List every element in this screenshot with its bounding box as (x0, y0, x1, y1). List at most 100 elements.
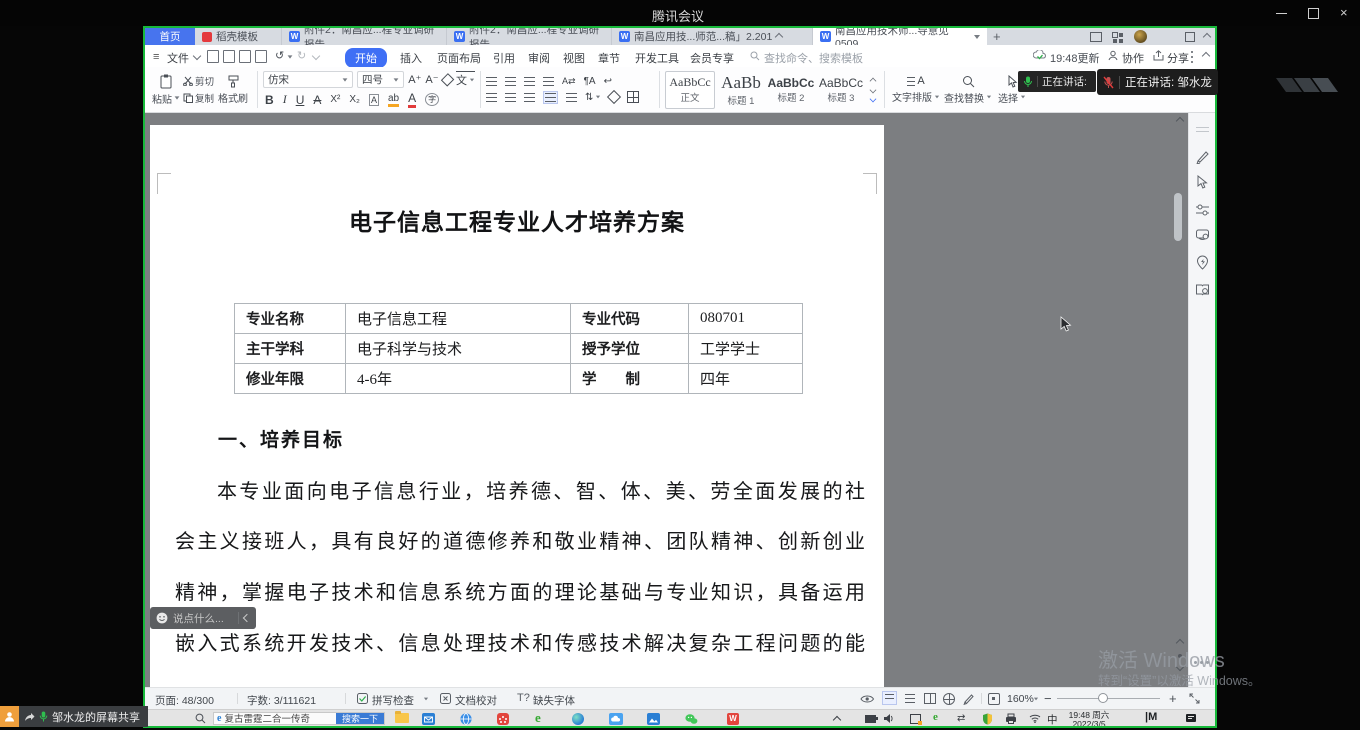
subscript-icon[interactable]: X₂ (349, 94, 360, 105)
more-menu-icon[interactable] (1191, 51, 1193, 53)
collab-icon[interactable] (1108, 50, 1119, 61)
select-tool-icon[interactable] (1196, 175, 1209, 190)
preview-icon[interactable] (255, 50, 267, 63)
restore-window-icon[interactable] (1185, 32, 1195, 42)
undo-arrow-icon[interactable] (288, 55, 293, 58)
line-spacing-icon[interactable]: ⇅ (585, 92, 601, 103)
sidebar-handle[interactable] (1196, 127, 1209, 128)
book-search-icon[interactable] (1195, 283, 1210, 296)
text-layout-button[interactable]: A 文字排版 (890, 75, 942, 104)
menu-review[interactable]: 审阅 (528, 50, 550, 66)
collapse-tabbar-icon[interactable] (1203, 33, 1211, 41)
pen-tool-icon[interactable] (1195, 149, 1210, 164)
clock[interactable]: 19:48 周六 2022/3/5 (1063, 711, 1115, 726)
borders-icon[interactable] (627, 91, 639, 103)
cloud-app-icon[interactable] (609, 713, 623, 725)
collab-button[interactable]: 协作 (1122, 50, 1144, 66)
photos-icon[interactable] (647, 713, 660, 725)
shading-icon[interactable] (607, 90, 621, 104)
zoom-out-button[interactable]: − (1044, 691, 1052, 706)
style-normal[interactable]: AaBbCc 正文 (665, 71, 715, 109)
styles-more-icon[interactable] (870, 95, 877, 102)
paragraph-mark-icon[interactable]: ¶A (584, 76, 596, 87)
align-center-icon[interactable] (505, 93, 516, 102)
web-view-icon[interactable] (943, 693, 955, 705)
menu-layout[interactable]: 页面布局 (437, 50, 481, 66)
save-icon[interactable] (207, 50, 219, 63)
globe-app-icon[interactable] (460, 713, 472, 725)
scroll-up-icon[interactable] (1176, 117, 1184, 125)
hamburger-icon[interactable]: ≡ (153, 51, 159, 63)
cloud-sync-icon[interactable] (1033, 50, 1047, 61)
sync-tray-icon[interactable]: ⇄ (957, 713, 965, 724)
clear-format-icon[interactable] (440, 73, 454, 87)
phonetic-guide-icon[interactable]: 文 (456, 71, 475, 88)
menu-section[interactable]: 章节 (598, 50, 620, 66)
mail-icon[interactable] (422, 713, 435, 725)
ie-tray-icon[interactable]: e (933, 711, 938, 723)
fit-page-icon[interactable] (988, 693, 1000, 705)
wps-taskbar-icon[interactable]: W (727, 713, 739, 725)
tab-menu-icon[interactable] (974, 35, 980, 39)
decrease-indent-icon[interactable] (524, 77, 535, 86)
style-heading1[interactable]: AaBb 标题 1 (717, 72, 765, 108)
more-commands-icon[interactable] (312, 52, 320, 60)
find-replace-button[interactable]: 查找替换 (942, 75, 994, 105)
tab-pin-icon[interactable] (775, 32, 783, 40)
menu-start[interactable]: 开始 (345, 48, 387, 68)
new-tab-button[interactable]: + (987, 28, 1007, 45)
stamp-tool-icon[interactable] (1195, 228, 1210, 242)
char-shading-icon[interactable]: A (369, 94, 379, 106)
command-search-input[interactable]: 查找命令、搜索模板 (764, 50, 863, 66)
sync-status[interactable]: 19:48更新 (1050, 50, 1100, 66)
edge-icon[interactable] (572, 713, 584, 725)
document-page[interactable]: 电子信息工程专业人才培养方案 专业名称 电子信息工程 专业代码 080701 主… (150, 125, 884, 687)
ie-green-icon[interactable]: e (535, 710, 541, 726)
menu-references[interactable]: 引用 (493, 50, 515, 66)
taskbar-search-icon[interactable] (195, 713, 206, 724)
security-shield-icon[interactable] (982, 713, 993, 725)
increase-indent-icon[interactable] (543, 77, 554, 86)
close-button[interactable]: × (1340, 5, 1348, 20)
tab-doc3[interactable]: W 南昌应用技...师范...稿」2.201 (612, 28, 813, 45)
folder-icon[interactable] (395, 713, 409, 723)
screenshot-tray-icon[interactable] (910, 714, 921, 724)
spellcheck-label[interactable]: 拼写检查 (372, 693, 414, 708)
scrollbar-thumb[interactable] (1174, 193, 1182, 241)
print-icon[interactable] (239, 50, 251, 63)
location-tool-icon[interactable] (1196, 255, 1209, 270)
speaker-icon[interactable] (883, 713, 894, 724)
justify-icon[interactable] (543, 91, 558, 104)
tab-home[interactable]: 首页 (145, 28, 195, 45)
highlight-icon[interactable]: ab (388, 93, 399, 107)
m-tray-icon[interactable]: |M (1145, 711, 1157, 723)
apps-grid-icon[interactable] (1112, 32, 1118, 38)
wifi-icon[interactable] (1029, 713, 1041, 723)
wrap-icon[interactable]: ↩ (604, 76, 612, 87)
italic-icon[interactable]: I (283, 92, 287, 107)
format-painter-button[interactable]: 格式刷 (214, 74, 252, 105)
font-name-select[interactable]: 仿宋 (263, 71, 353, 88)
ime-indicator[interactable]: 中 (1047, 712, 1058, 726)
tab-doc2[interactable]: W 附件2：南昌应...程专业调研报告 (447, 28, 612, 45)
ink-view-icon[interactable] (963, 693, 975, 705)
cut-button[interactable]: 剪切 (183, 74, 214, 88)
chat-placeholder[interactable]: 说点什么... (173, 611, 233, 626)
underline-icon[interactable]: U (296, 93, 305, 107)
missing-font-icon[interactable]: T? (517, 692, 530, 704)
zoom-arrow-icon[interactable] (1034, 698, 1038, 701)
proofing-icon[interactable] (440, 693, 451, 704)
font-color-icon[interactable]: A (408, 91, 416, 108)
zoom-slider-track[interactable] (1057, 698, 1160, 699)
copy-button[interactable]: 复制 (183, 91, 214, 105)
share-app-icon[interactable] (0, 706, 19, 727)
menu-devtools[interactable]: 开发工具 (635, 50, 679, 66)
spellcheck-icon[interactable] (357, 693, 368, 704)
minimize-button[interactable] (1276, 13, 1287, 14)
adjust-tool-icon[interactable] (1195, 203, 1210, 216)
spellcheck-arrow-icon[interactable] (424, 698, 428, 701)
style-heading2[interactable]: AaBbCc 标题 2 (767, 72, 815, 108)
zoom-slider-knob[interactable] (1098, 693, 1108, 703)
distribute-icon[interactable] (566, 93, 577, 102)
menu-insert[interactable]: 插入 (400, 50, 422, 66)
